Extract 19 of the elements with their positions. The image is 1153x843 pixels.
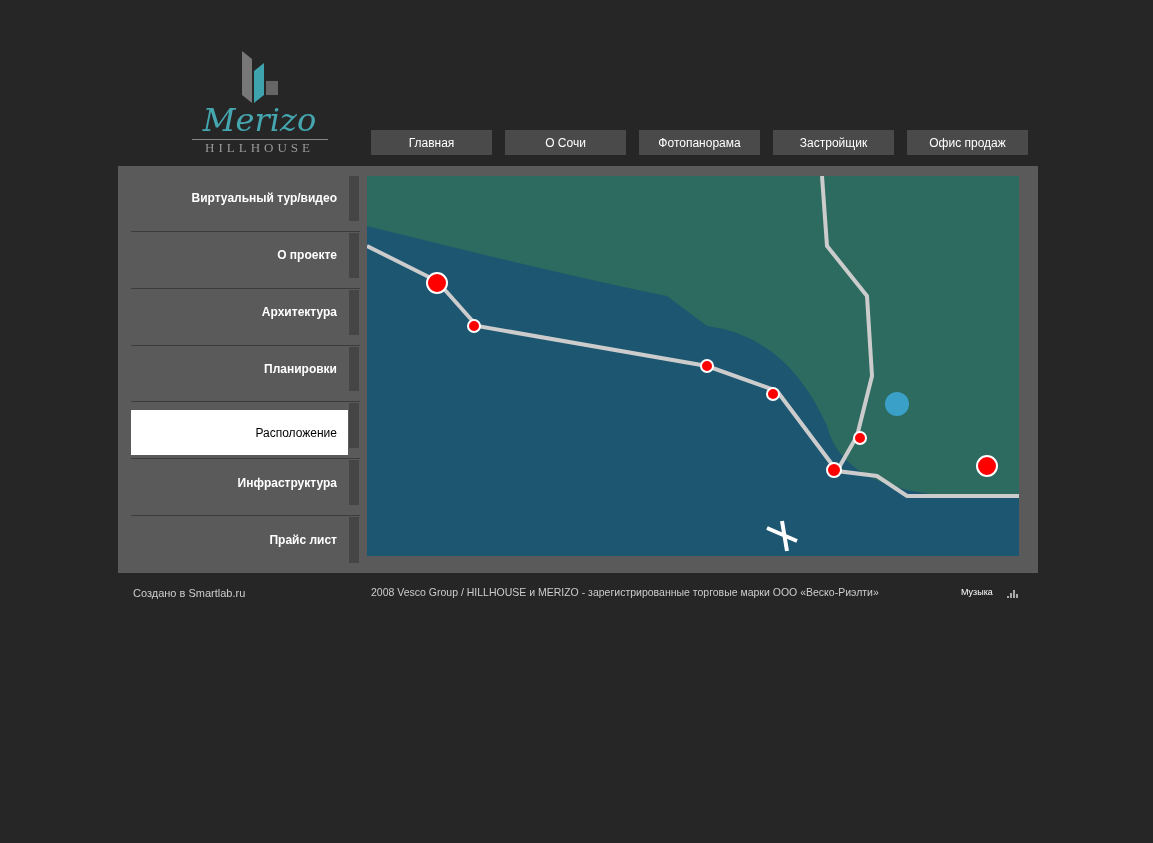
music-toggle[interactable]: Музыка [961,586,993,600]
sidebar-item[interactable]: Расположение [131,410,348,456]
sidebar-item[interactable]: Виртуальный тур/видео [131,176,348,221]
sidebar-item[interactable]: Инфраструктура [131,460,348,506]
logo-script: Merizo [202,103,317,137]
sidebar-item[interactable]: Прайс лист [131,517,348,563]
building-logo-icon [239,51,280,103]
nav-button[interactable]: Главная [371,130,492,155]
credit-link[interactable]: Создано в Smartlab.ru [133,584,371,602]
sidebar-item[interactable]: Планировки [131,346,348,392]
nav-button[interactable]: Офис продаж [907,130,1028,155]
nav-button[interactable]: Фотопанорама [639,130,760,155]
sidebar-item[interactable]: О проекте [131,232,348,278]
nav-button[interactable]: Застройщик [773,130,894,155]
nav-button[interactable]: О Сочи [505,130,626,155]
sidebar-item[interactable]: Архитектура [131,289,348,335]
logo-wordmark: HILLHOUSE [205,140,314,156]
equalizer-icon [1006,588,1019,598]
copyright-text: 2008 Vesco Group / HILLHOUSE и MERIZO - зарегистрированные торговые марки ООО «Веско-Риэлти» [371,585,880,601]
